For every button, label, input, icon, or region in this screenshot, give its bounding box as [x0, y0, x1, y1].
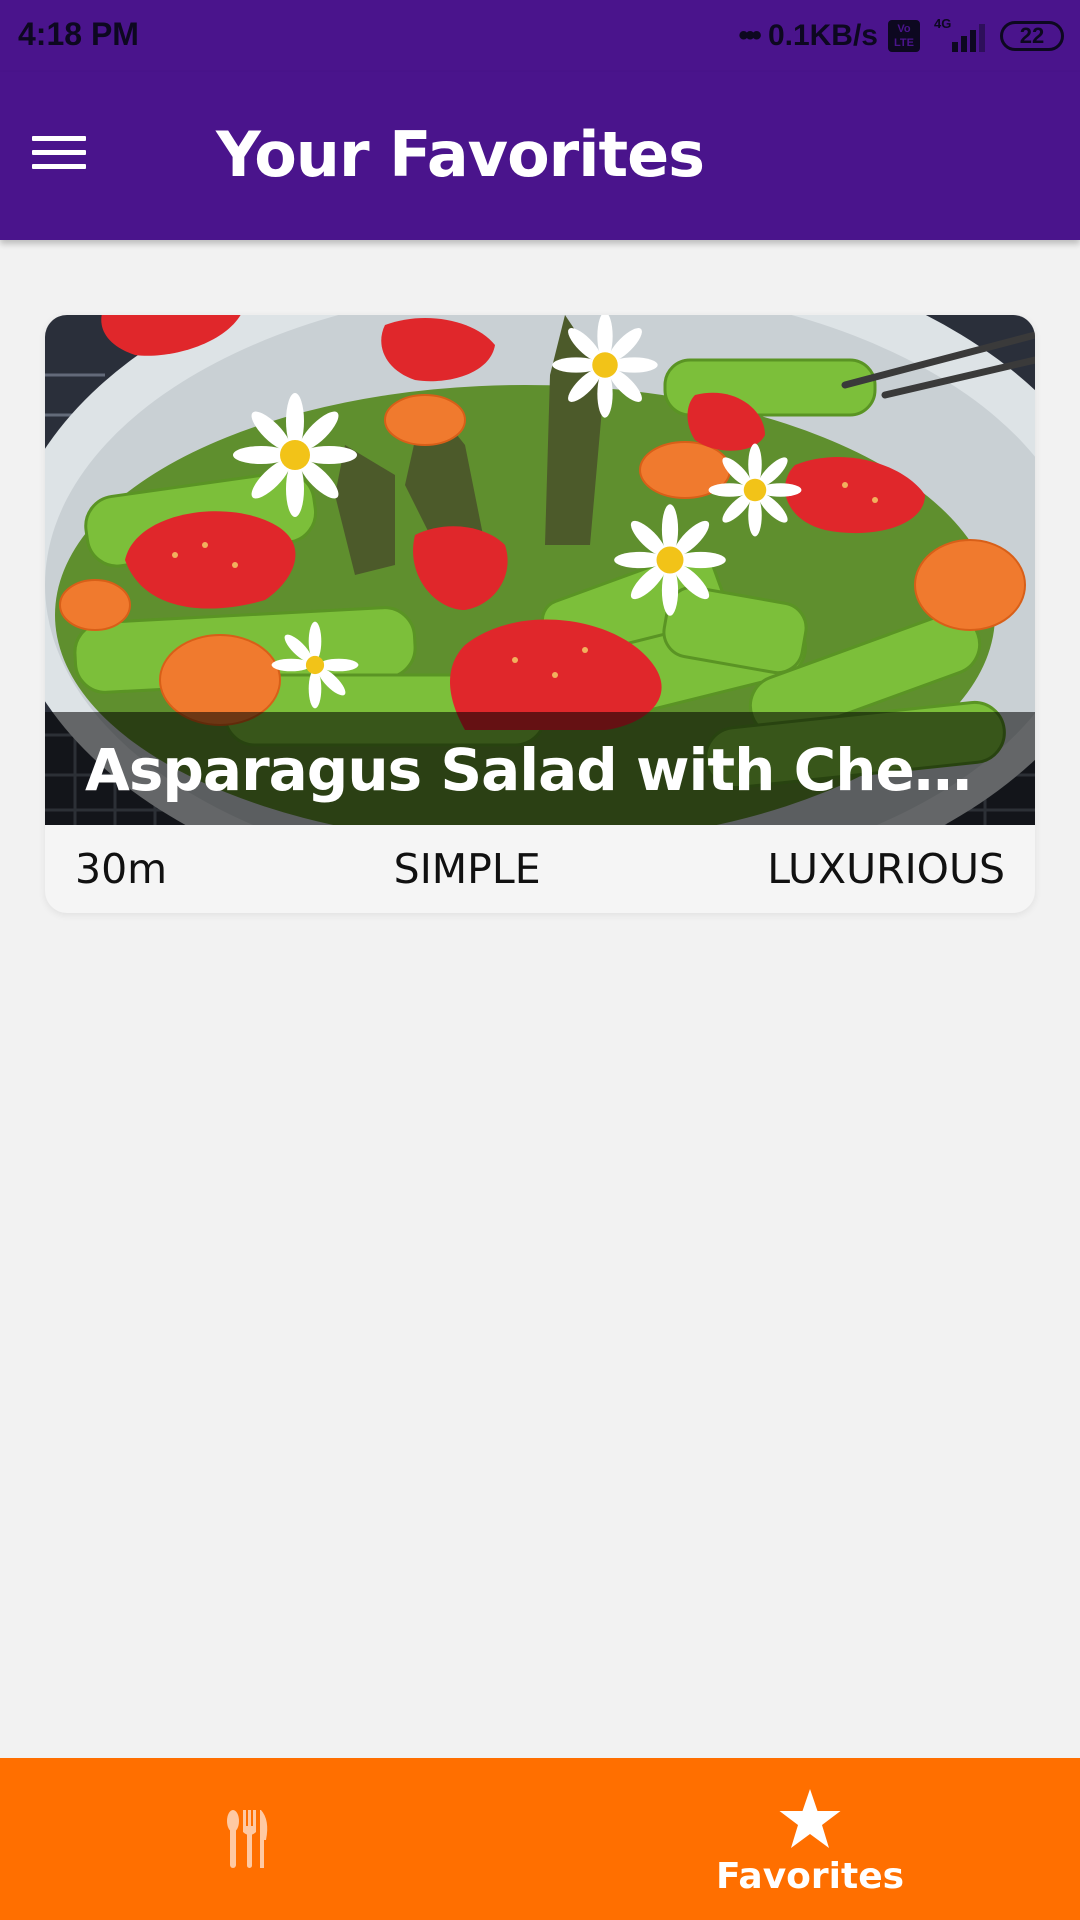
page-title: Your Favorites	[216, 118, 705, 191]
meal-duration: 30m	[75, 845, 168, 893]
status-icons: ••• 0.1KB/s Vo LTE 4G 22	[738, 14, 1064, 58]
tab-meals[interactable]	[0, 1758, 540, 1920]
network-speed: 0.1KB/s	[767, 19, 878, 52]
status-time: 4:18 PM	[18, 16, 139, 52]
bottom-navigation: Favorites	[0, 1758, 1080, 1920]
status-bar: 4:18 PM ••• 0.1KB/s Vo LTE 4G 22	[0, 0, 1080, 72]
fork-knife-icon	[227, 1810, 268, 1868]
tab-favorites[interactable]: Favorites	[540, 1758, 1080, 1920]
network-type: 4G	[934, 16, 952, 31]
meal-title: Asparagus Salad with Cherry Tomatoes	[85, 736, 1035, 804]
more-notifications-icon: •••	[738, 19, 761, 52]
meal-title-overlay: Asparagus Salad with Cherry Tomatoes	[45, 712, 1035, 825]
tab-favorites-label: Favorites	[715, 1856, 905, 1897]
hamburger-menu-icon[interactable]	[20, 120, 98, 184]
signal-icon: 4G	[930, 16, 990, 54]
app-bar: Your Favorites	[0, 72, 1080, 240]
meal-details: 30m SIMPLE LUXURIOUS	[45, 825, 1035, 913]
meal-card[interactable]: Asparagus Salad with Cherry Tomatoes 30m…	[45, 315, 1035, 913]
meal-affordability: LUXURIOUS	[767, 845, 1005, 893]
star-icon	[779, 1789, 841, 1848]
battery-icon: 22	[1000, 21, 1064, 51]
meal-complexity: SIMPLE	[393, 845, 541, 893]
volte-icon: Vo LTE	[888, 20, 920, 52]
